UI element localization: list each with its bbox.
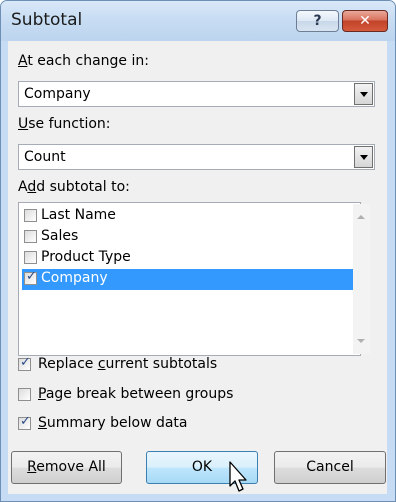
list-item[interactable]: Sales — [22, 227, 359, 248]
subtotal-dialog: Subtotal ? ✕ At each change in: Company … — [0, 0, 396, 502]
function-value: Count — [24, 149, 66, 165]
summary-below-data-checkbox[interactable]: ✓ — [18, 414, 31, 430]
change-field-dropdown[interactable]: Company — [18, 81, 375, 107]
replace-current-subtotals-label: Replace current subtotals — [38, 356, 218, 372]
list-item-label: Sales — [41, 228, 79, 244]
change-field-label: At each change in: — [18, 53, 149, 69]
checkmark-icon: ✓ — [26, 269, 37, 284]
summary-below-data-label: Summary below data — [38, 415, 188, 431]
change-field-value: Company — [24, 86, 91, 102]
function-dropdown[interactable]: Count — [18, 144, 375, 170]
list-item-label: Company — [41, 270, 108, 286]
replace-current-subtotals-option[interactable]: ✓ Replace current subtotals — [18, 355, 318, 375]
close-button[interactable]: ✕ — [342, 10, 388, 32]
checkmark-icon: ✓ — [20, 414, 31, 429]
summary-below-data-option[interactable]: ✓ Summary below data — [18, 414, 318, 434]
page-break-checkbox[interactable] — [18, 388, 31, 401]
chevron-down-icon — [360, 155, 368, 160]
list-item[interactable]: Last Name — [22, 206, 359, 227]
list-item[interactable]: ✓ Company — [22, 269, 359, 290]
function-field-label: Use function: — [18, 116, 111, 132]
list-item-checkbox[interactable] — [24, 251, 37, 264]
list-item[interactable]: Product Type — [22, 248, 359, 269]
list-item-checkbox[interactable]: ✓ — [24, 269, 37, 285]
list-item-label: Last Name — [41, 207, 116, 223]
chevron-down-icon — [360, 92, 368, 97]
window-title: Subtotal — [11, 10, 83, 30]
remove-all-button[interactable]: Remove All — [11, 451, 122, 484]
replace-current-subtotals-checkbox[interactable]: ✓ — [18, 355, 31, 371]
help-button[interactable]: ? — [296, 10, 339, 32]
title-bar: Subtotal ? ✕ — [1, 1, 395, 41]
list-item-checkbox[interactable] — [24, 209, 37, 222]
function-dropdown-button[interactable] — [354, 146, 373, 168]
listbox-scrollbar[interactable] — [353, 204, 370, 354]
list-item-label: Product Type — [41, 249, 131, 265]
list-item-checkbox[interactable] — [24, 230, 37, 243]
mouse-pointer-icon — [229, 461, 247, 492]
cancel-button[interactable]: Cancel — [274, 451, 386, 484]
page-break-option[interactable]: Page break between groups — [18, 385, 318, 405]
page-break-label: Page break between groups — [38, 386, 234, 402]
checkmark-icon: ✓ — [20, 355, 31, 370]
dialog-body: At each change in: Company Use function:… — [8, 41, 387, 494]
subtotal-list-label: Add subtotal to: — [18, 179, 130, 195]
change-field-dropdown-button[interactable] — [354, 83, 373, 105]
scroll-up-arrow-icon[interactable] — [357, 215, 365, 219]
subtotal-listbox[interactable]: Last Name Sales Product Type ✓ Company — [18, 202, 361, 356]
scroll-down-arrow-icon[interactable] — [357, 339, 365, 343]
